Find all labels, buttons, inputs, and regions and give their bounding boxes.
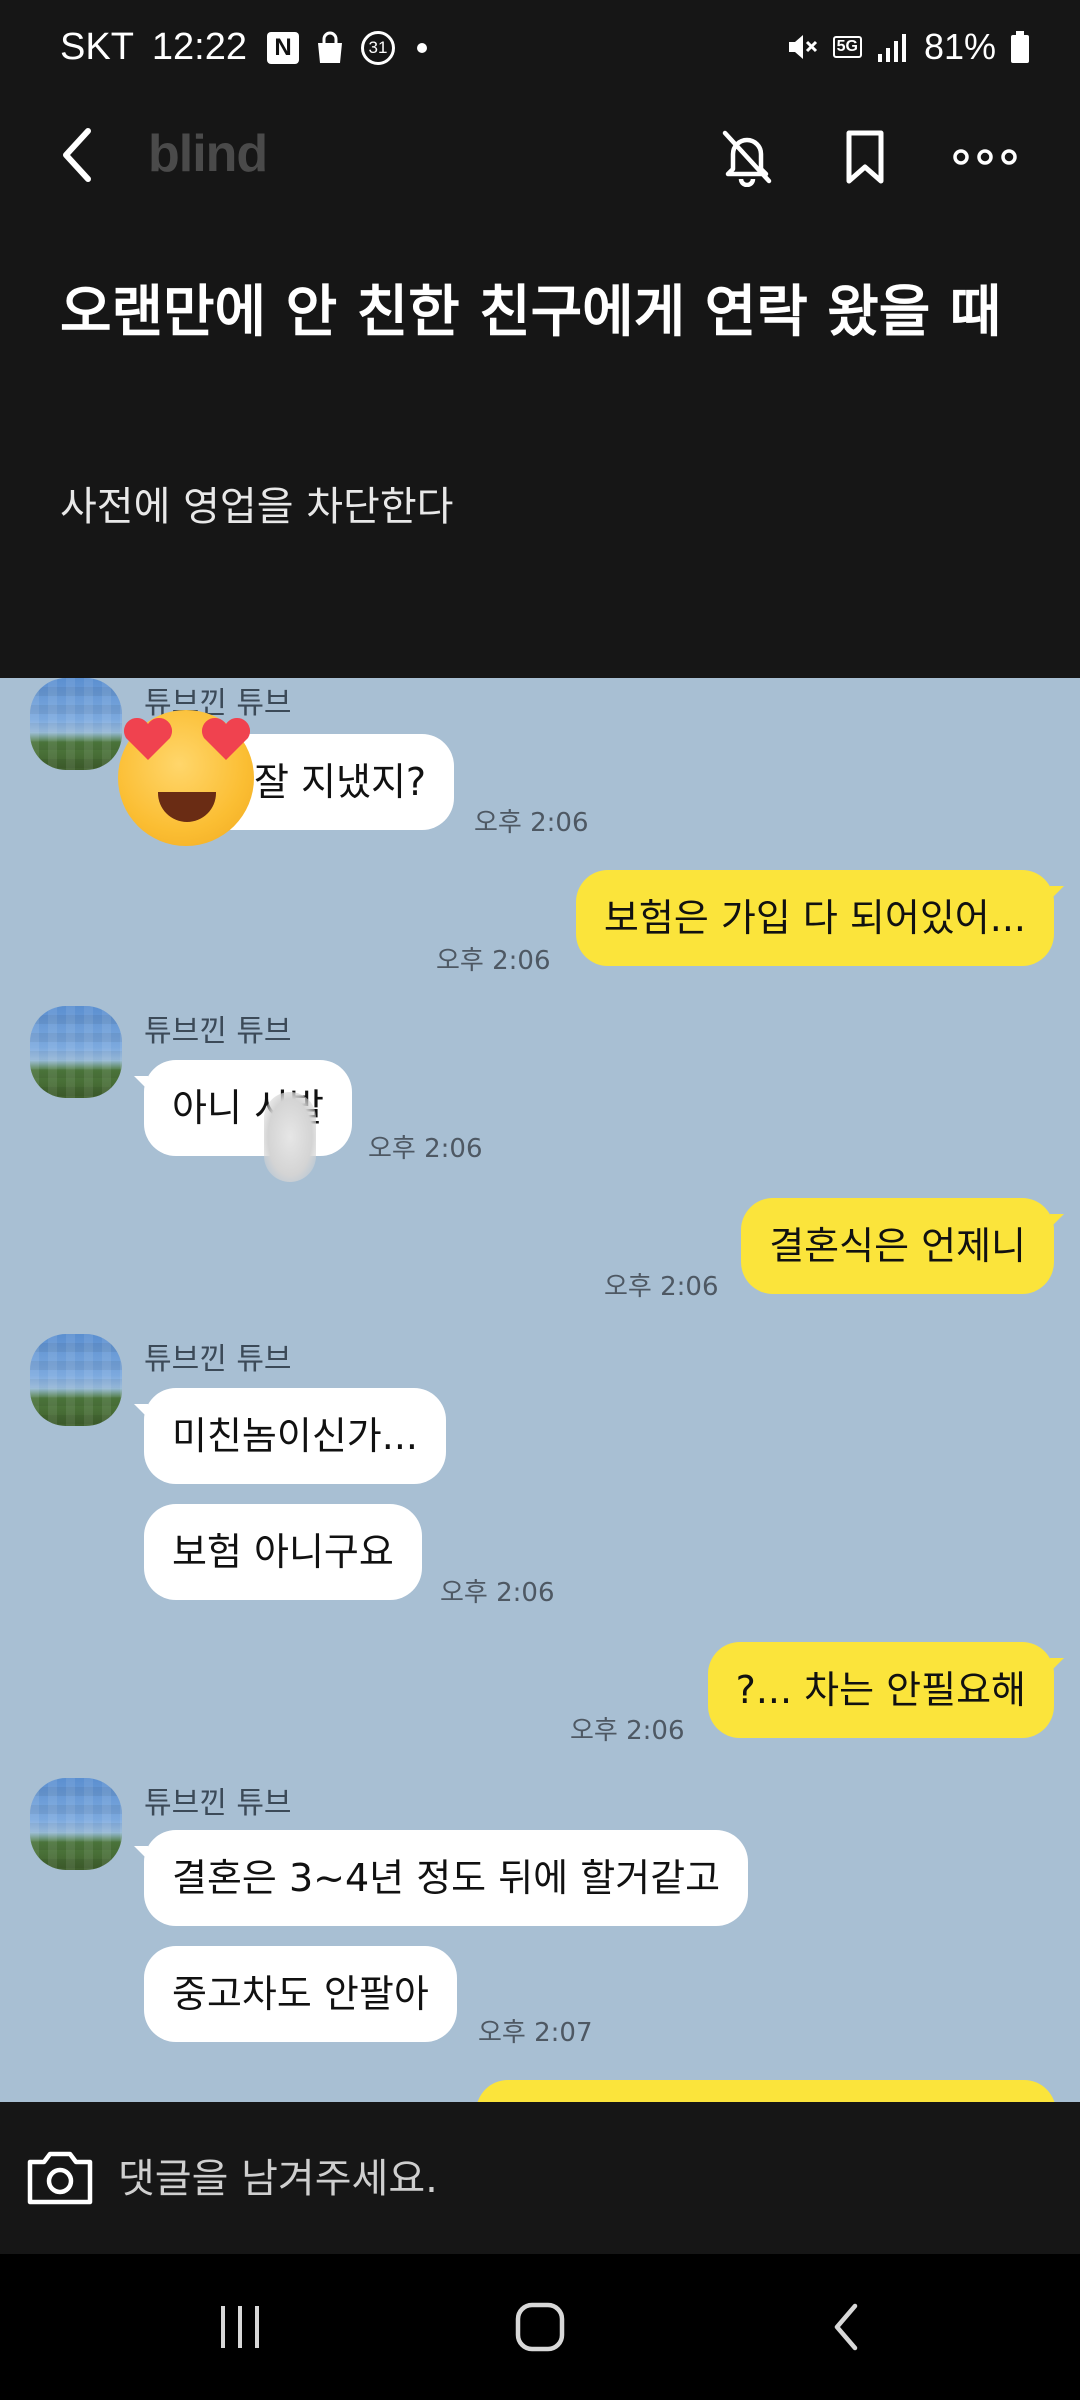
system-nav-bar — [0, 2254, 1080, 2400]
outgoing-message-partial — [476, 2080, 1056, 2102]
back-button[interactable] — [56, 120, 116, 190]
message-time: 오후 2:06 — [368, 1134, 483, 1164]
incoming-message: 결혼은 3~4년 정도 뒤에 할거같고 — [133, 1830, 749, 1926]
battery-percentage: 81% — [923, 26, 996, 67]
clock: 12:22 — [151, 26, 247, 68]
status-bar: SKT 12:22 N 31 5G 81% — [0, 0, 1080, 100]
home-button[interactable] — [500, 2292, 580, 2362]
outgoing-message: ?... 차는 안필요해 — [707, 1642, 1065, 1738]
network-type: 5G — [832, 36, 862, 58]
heart-eyes-emoji-icon — [118, 710, 254, 846]
avatar — [30, 1006, 122, 1098]
back-arrow-icon — [63, 128, 91, 182]
back-icon — [834, 2303, 858, 2351]
comment-bar — [0, 2102, 1080, 2254]
message-time: 오후 2:06 — [604, 1272, 719, 1302]
sender-name: 튜브낀 튜브 — [144, 1786, 292, 1821]
incoming-message: 중고차도 안팔아 — [144, 1946, 457, 2042]
camera-button[interactable] — [24, 2146, 96, 2210]
incoming-message: 미친놈이신가... — [134, 1388, 446, 1484]
calendar-icon: 31 — [361, 30, 395, 65]
avatar — [30, 678, 122, 770]
home-icon — [515, 2302, 565, 2352]
naver-icon: N — [267, 31, 299, 64]
comment-input[interactable] — [118, 2144, 1018, 2214]
more-options-button[interactable] — [950, 122, 1020, 192]
recent-apps-icon — [221, 2306, 259, 2348]
bookmark-icon — [846, 130, 884, 184]
chat-screenshot-image: 튜브낀 튜브 잘 지냈지? 오후 2:06 오후 2:06 보험은 가입 다 되… — [0, 678, 1080, 2102]
incoming-message: 보험 아니구요 — [144, 1504, 422, 1600]
carrier-name: SKT — [60, 26, 134, 68]
bell-off-icon — [722, 130, 772, 187]
message-time: 오후 2:06 — [474, 808, 589, 838]
sender-name: 튜브낀 튜브 — [144, 1342, 292, 1377]
post-title: 오랜만에 안 친한 친구에게 연락 왔을 때 — [60, 280, 1002, 345]
battery-icon — [1011, 31, 1029, 63]
signal-icon — [877, 34, 906, 62]
app-header: blind — [0, 100, 1080, 210]
message-time: 오후 2:06 — [436, 946, 551, 976]
mute-icon — [788, 35, 817, 59]
post-body: 사전에 영업을 차단한다 — [60, 484, 454, 530]
message-time: 오후 2:06 — [440, 1578, 555, 1608]
outgoing-message: 보험은 가입 다 되어있어... — [575, 870, 1065, 966]
incoming-message: 아니 시발 — [134, 1060, 352, 1156]
brand-logo: blind — [148, 125, 268, 183]
outgoing-message: 결혼식은 언제니 — [741, 1198, 1064, 1294]
system-back-button[interactable] — [806, 2292, 886, 2362]
message-time: 오후 2:07 — [478, 2018, 593, 2048]
notification-toggle-button[interactable] — [712, 122, 782, 192]
avatar — [30, 1334, 122, 1426]
recent-apps-button[interactable] — [200, 2292, 280, 2362]
notification-dot-icon — [417, 42, 427, 53]
message-time: 오후 2:06 — [570, 1716, 685, 1746]
camera-icon — [27, 2151, 93, 2205]
bookmark-button[interactable] — [830, 122, 900, 192]
avatar — [30, 1778, 122, 1870]
more-icon — [953, 149, 1017, 165]
shopping-bag-icon — [318, 31, 342, 63]
blurred-censor — [264, 1092, 316, 1182]
sender-name: 튜브낀 튜브 — [144, 1014, 292, 1049]
